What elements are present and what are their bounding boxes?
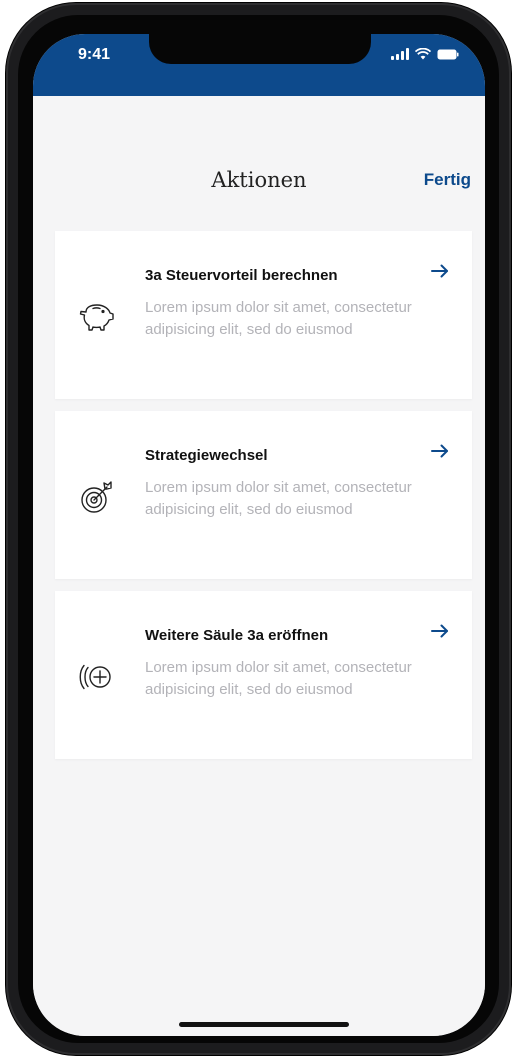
status-time: 9:41: [78, 46, 111, 63]
target-icon: [81, 481, 112, 513]
status-bar: 9:41: [33, 34, 485, 96]
add-account-icon: [79, 664, 111, 690]
action-description: Lorem ipsum dolor sit amet, consectetur …: [145, 479, 412, 518]
arrow-right-icon[interactable]: [430, 263, 450, 279]
action-title: Strategiewechsel: [145, 447, 268, 464]
page-title: Aktionen: [211, 168, 307, 192]
action-description: Lorem ipsum dolor sit amet, consectetur …: [145, 659, 412, 698]
action-title: 3a Steuervorteil berechnen: [145, 267, 338, 284]
status-icons: [391, 48, 459, 60]
arrow-right-icon[interactable]: [430, 623, 450, 639]
piggy-bank-icon: [79, 304, 114, 331]
screen: 9:41 Aktionen Fertig 3a Steuervorteil be…: [33, 34, 485, 1036]
action-title: Weitere Säule 3a eröffnen: [145, 627, 329, 644]
action-card-open-pillar-3a[interactable]: Weitere Säule 3a eröffnen Lorem ipsum do…: [55, 591, 472, 759]
action-description: Lorem ipsum dolor sit amet, consectetur …: [145, 299, 412, 338]
action-card-strategy-change[interactable]: Strategiewechsel Lorem ipsum dolor sit a…: [55, 411, 472, 579]
arrow-right-icon[interactable]: [430, 443, 450, 459]
actions-sheet: Aktionen Fertig 3a Steuervorteil berechn…: [33, 96, 485, 1036]
wifi-icon: [415, 48, 431, 60]
battery-icon: [437, 49, 459, 59]
signal-icon: [391, 48, 409, 60]
home-indicator[interactable]: [179, 1022, 349, 1027]
action-card-tax-benefit[interactable]: 3a Steuervorteil berechnen Lorem ipsum d…: [55, 231, 472, 399]
done-button[interactable]: Fertig: [424, 170, 471, 190]
notch: [149, 34, 371, 64]
